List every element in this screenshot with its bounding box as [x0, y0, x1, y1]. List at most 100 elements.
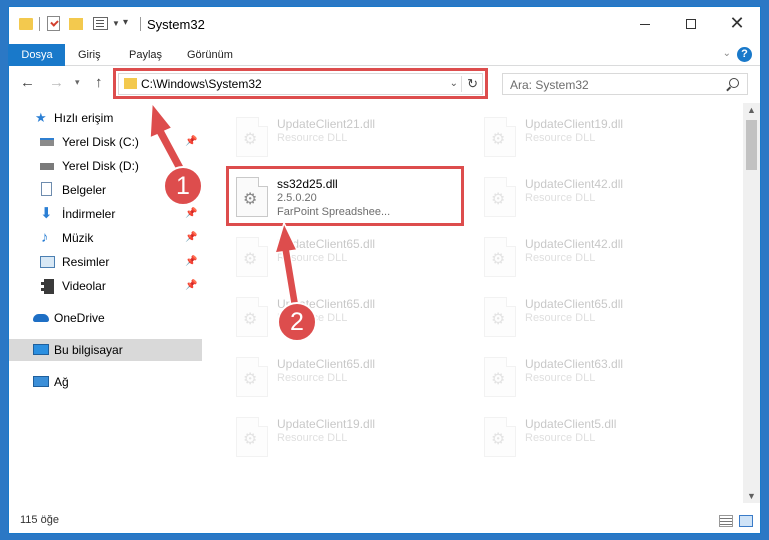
file-item[interactable]: UpdateClient65.dll Resource DLL [476, 291, 711, 347]
forward-arrow-icon[interactable]: → [49, 74, 64, 91]
file-item[interactable]: UpdateClient5.dll Resource DLL [476, 411, 711, 467]
back-arrow-icon[interactable]: ← [20, 74, 35, 91]
dll-file-icon [484, 357, 516, 397]
address-highlight-box [113, 68, 488, 99]
sidebar-item-quick-access[interactable]: ★ Hızlı erişim [9, 107, 202, 129]
scroll-up-icon[interactable]: ▲ [747, 105, 756, 115]
file-name: UpdateClient65.dll [277, 357, 376, 371]
file-item[interactable]: UpdateClient65.dll Resource DLL [228, 231, 463, 287]
properties-icon[interactable] [93, 17, 108, 30]
toolbar-divider [39, 17, 40, 31]
file-item[interactable]: UpdateClient21.dll Resource DLL [228, 111, 463, 167]
minimize-button[interactable] [622, 7, 668, 39]
customize-quick-access-icon[interactable]: ▾ [123, 17, 128, 28]
file-type: Resource DLL [277, 132, 348, 144]
sidebar-item-local-disk-c[interactable]: Yerel Disk (C:) 📌 [9, 131, 202, 153]
step-2-badge: 2 [277, 302, 317, 342]
tab-share[interactable]: Paylaş [120, 44, 171, 66]
scroll-thumb[interactable] [746, 120, 757, 170]
downloads-icon: ⬇ [40, 205, 53, 222]
documents-icon [41, 182, 52, 196]
sidebar-item-videos[interactable]: Videolar 📌 [9, 275, 202, 297]
sidebar-item-label: Ağ [54, 375, 69, 389]
up-arrow-icon[interactable]: ↑ [95, 74, 103, 91]
title-bar: ▼ ▾ System32 ✕ [9, 7, 760, 39]
dll-file-icon [236, 117, 268, 157]
file-item[interactable]: UpdateClient19.dll Resource DLL [476, 111, 711, 167]
scroll-down-icon[interactable]: ▼ [747, 491, 756, 501]
navigation-pane: ★ Hızlı erişim Yerel Disk (C:) 📌 Yerel D… [9, 103, 204, 503]
sidebar-item-label: Resimler [62, 255, 110, 269]
sidebar-item-label: İndirmeler [62, 207, 116, 221]
sidebar-item-label: Videolar [62, 279, 106, 293]
file-name: UpdateClient5.dll [525, 417, 617, 431]
dll-file-icon [484, 177, 516, 217]
music-icon: ♪ [41, 229, 49, 246]
maximize-button[interactable] [668, 7, 714, 39]
pin-icon[interactable]: 📌 [185, 227, 197, 249]
dll-file-icon [484, 417, 516, 457]
file-item[interactable]: UpdateClient65.dll Resource DLL [228, 351, 463, 407]
window-title: System32 [147, 17, 205, 32]
caret-icon[interactable]: ▼ [112, 19, 120, 28]
file-name: UpdateClient63.dll [525, 357, 624, 371]
file-type: Resource DLL [525, 432, 596, 444]
tab-home[interactable]: Giriş [69, 44, 110, 66]
sidebar-item-label: Yerel Disk (C:) [62, 135, 139, 149]
sidebar-item-music[interactable]: ♪ Müzik 📌 [9, 227, 202, 249]
file-item[interactable]: UpdateClient42.dll Resource DLL [476, 171, 711, 227]
file-item[interactable]: UpdateClient42.dll Resource DLL [476, 231, 711, 287]
sidebar-item-label: Bu bilgisayar [54, 343, 123, 357]
file-item[interactable]: UpdateClient65.dll Resource DLL [228, 291, 463, 347]
details-view-icon[interactable] [719, 515, 733, 527]
file-type: Resource DLL [277, 432, 348, 444]
drive-icon [40, 163, 54, 170]
file-name: UpdateClient19.dll [525, 117, 624, 131]
file-highlight-box [226, 166, 464, 226]
file-name: UpdateClient65.dll [277, 237, 376, 251]
tab-file[interactable]: Dosya [9, 44, 65, 66]
pin-icon[interactable]: 📌 [185, 203, 197, 225]
file-type: Resource DLL [525, 372, 596, 384]
properties-check-icon[interactable] [47, 16, 60, 31]
help-icon[interactable]: ? [737, 47, 752, 62]
sidebar-item-onedrive[interactable]: OneDrive [9, 307, 202, 329]
file-list: UpdateClient21.dll Resource DLL ss32d25.… [204, 103, 742, 503]
dll-file-icon [484, 117, 516, 157]
close-button[interactable]: ✕ [714, 7, 760, 39]
file-item[interactable]: UpdateClient19.dll Resource DLL [228, 411, 463, 467]
search-placeholder: Ara: System32 [510, 78, 589, 92]
file-type: Resource DLL [277, 372, 348, 384]
sidebar-item-downloads[interactable]: ⬇ İndirmeler 📌 [9, 203, 202, 225]
file-type: Resource DLL [525, 252, 596, 264]
expand-ribbon-icon[interactable]: ⌄ [723, 48, 731, 59]
large-icons-view-icon[interactable] [739, 515, 753, 527]
folder-icon[interactable] [19, 18, 33, 30]
file-name: UpdateClient19.dll [277, 417, 376, 431]
recent-locations-icon[interactable]: ▾ [75, 77, 80, 88]
sidebar-item-network[interactable]: Ağ [9, 371, 202, 393]
file-type: Resource DLL [525, 132, 596, 144]
file-name: UpdateClient42.dll [525, 237, 624, 251]
vertical-scrollbar[interactable]: ▲ ▼ [743, 103, 760, 503]
search-icon[interactable] [729, 78, 739, 88]
dll-file-icon [484, 297, 516, 337]
sidebar-item-label: Belgeler [62, 183, 107, 197]
tab-view[interactable]: Görünüm [178, 44, 242, 66]
pin-icon[interactable]: 📌 [185, 251, 197, 273]
file-item[interactable]: UpdateClient63.dll Resource DLL [476, 351, 711, 407]
pin-icon[interactable]: 📌 [185, 131, 197, 153]
sidebar-item-this-pc[interactable]: Bu bilgisayar [9, 339, 202, 361]
pin-icon[interactable]: 📌 [185, 275, 197, 297]
search-input[interactable]: Ara: System32 [502, 73, 748, 95]
dll-file-icon [236, 357, 268, 397]
file-type: Resource DLL [277, 252, 348, 264]
step-1-badge: 1 [163, 166, 203, 206]
sidebar-item-label: Müzik [62, 231, 94, 245]
pictures-icon [40, 256, 55, 268]
cloud-icon [33, 314, 49, 322]
minimize-icon [640, 23, 650, 25]
dll-file-icon [236, 417, 268, 457]
sidebar-item-pictures[interactable]: Resimler 📌 [9, 251, 202, 273]
new-folder-icon[interactable] [69, 18, 83, 30]
